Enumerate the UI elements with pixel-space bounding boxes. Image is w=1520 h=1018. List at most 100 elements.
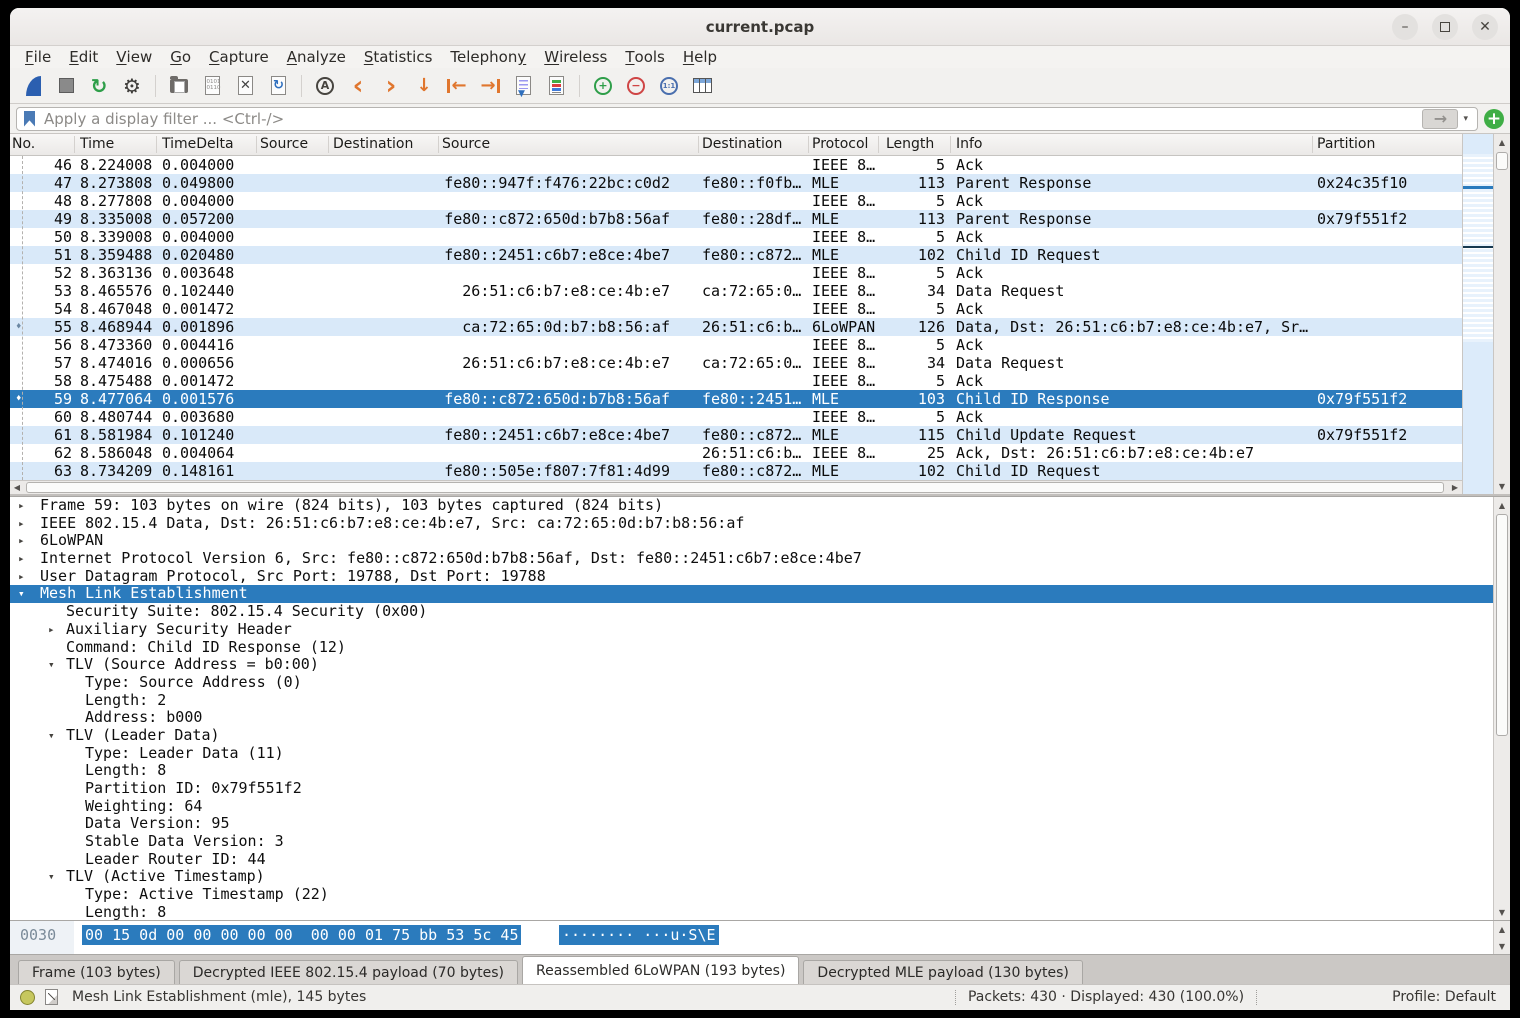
column-header-timedelta[interactable]: TimeDelta xyxy=(162,134,234,155)
restart-capture-icon[interactable]: ↻ xyxy=(86,73,112,99)
next-packet-icon[interactable]: › xyxy=(378,73,404,99)
status-profile[interactable]: Profile: Default xyxy=(1257,989,1500,1005)
packet-row-59[interactable]: ♦598.4770640.001576fe80::c872:650d:b7b8:… xyxy=(10,390,1462,408)
detail-line[interactable]: ▸6LoWPAN xyxy=(10,532,1493,550)
expand-icon[interactable]: ▸ xyxy=(18,532,25,550)
column-separator[interactable] xyxy=(698,136,699,153)
packet-row-53[interactable]: 538.4655760.10244026:51:c6:b7:e8:ce:4b:e… xyxy=(10,282,1462,300)
column-separator[interactable] xyxy=(808,136,809,153)
detail-line[interactable]: Stable Data Version: 3 xyxy=(10,833,1493,851)
packet-row-55[interactable]: ♦558.4689440.001896ca:72:65:0d:b7:b8:56:… xyxy=(10,318,1462,336)
menu-wireless[interactable]: Wireless xyxy=(535,46,616,68)
detail-line[interactable]: Length: 8 xyxy=(10,762,1493,780)
collapse-icon[interactable]: ▾ xyxy=(48,727,55,745)
detail-line[interactable]: Partition ID: 0x79f551f2 xyxy=(10,780,1493,798)
close-button[interactable]: ✕ xyxy=(1472,14,1498,40)
column-header-info[interactable]: Info xyxy=(956,134,983,155)
packet-row-51[interactable]: 518.3594880.020480fe80::2451:c6b7:e8ce:4… xyxy=(10,246,1462,264)
packet-row-54[interactable]: 548.4670480.001472IEEE 8…5Ack xyxy=(10,300,1462,318)
byte-tab-decrypted-mle-payload-130-bytes[interactable]: Decrypted MLE payload (130 bytes) xyxy=(803,960,1082,984)
stop-capture-icon[interactable] xyxy=(53,73,79,99)
zoom-out-icon[interactable]: − xyxy=(623,73,649,99)
detail-line[interactable]: ▾TLV (Leader Data) xyxy=(10,727,1493,745)
column-separator[interactable] xyxy=(438,136,439,153)
detail-line[interactable]: ▾TLV (Source Address = b0:00) xyxy=(10,656,1493,674)
scroll-left-icon[interactable]: ◀ xyxy=(10,481,24,494)
packet-row-47[interactable]: 478.2738080.049800fe80::947f:f476:22bc:c… xyxy=(10,174,1462,192)
apply-filter-button[interactable]: → xyxy=(1422,109,1458,129)
collapse-icon[interactable]: ▾ xyxy=(18,585,25,603)
packet-row-63[interactable]: 638.7342090.148161fe80::505e:f807:7f81:4… xyxy=(10,462,1462,480)
maximize-button[interactable] xyxy=(1432,14,1458,40)
horizontal-scrollbar[interactable]: ◀ ▶ xyxy=(10,480,1462,494)
find-packet-icon[interactable]: A xyxy=(312,73,338,99)
packet-row-57[interactable]: 578.4740160.00065626:51:c6:b7:e8:ce:4b:e… xyxy=(10,354,1462,372)
detail-line[interactable]: ▸Auxiliary Security Header xyxy=(10,621,1493,639)
minimize-button[interactable]: – xyxy=(1392,14,1418,40)
packet-row-49[interactable]: 498.3350080.057200fe80::c872:650d:b7b8:5… xyxy=(10,210,1462,228)
packet-row-48[interactable]: 488.2778080.004000IEEE 8…5Ack xyxy=(10,192,1462,210)
reload-file-icon[interactable]: ↻ xyxy=(265,73,291,99)
column-header-destination[interactable]: Destination xyxy=(702,134,782,155)
first-packet-icon[interactable]: ← xyxy=(444,73,470,99)
expand-icon[interactable]: ▸ xyxy=(48,621,55,639)
hex-bytes-selected[interactable]: 00 15 0d 00 00 00 00 00 00 00 01 75 bb 5… xyxy=(82,925,521,945)
detail-line[interactable]: ▸IEEE 802.15.4 Data, Dst: 26:51:c6:b7:e8… xyxy=(10,515,1493,533)
detail-line[interactable]: Type: Source Address (0) xyxy=(10,674,1493,692)
save-file-icon[interactable]: 01010110 xyxy=(199,73,225,99)
detail-line[interactable]: Weighting: 64 xyxy=(10,798,1493,816)
titlebar[interactable]: current.pcap – ✕ xyxy=(10,8,1510,46)
previous-packet-icon[interactable]: ‹ xyxy=(345,73,371,99)
collapse-icon[interactable]: ▾ xyxy=(48,656,55,674)
scroll-right-icon[interactable]: ▶ xyxy=(1448,481,1462,494)
intelligent-scrollbar-minimap[interactable] xyxy=(1462,134,1493,494)
column-header-no[interactable]: No. xyxy=(12,134,35,155)
byte-tab-reassembled-6lowpan-193-bytes[interactable]: Reassembled 6LoWPAN (193 bytes) xyxy=(522,956,799,984)
detail-line[interactable]: ▾Mesh Link Establishment xyxy=(10,585,1493,603)
detail-line[interactable]: Address: b000 xyxy=(10,709,1493,727)
start-capture-icon[interactable] xyxy=(20,73,46,99)
packet-row-56[interactable]: 568.4733600.004416IEEE 8…5Ack xyxy=(10,336,1462,354)
detail-line[interactable]: Leader Router ID: 44 xyxy=(10,851,1493,869)
zoom-in-icon[interactable]: + xyxy=(590,73,616,99)
hex-dump-pane[interactable]: 0030 00 15 0d 00 00 00 00 00 00 00 01 75… xyxy=(10,921,1493,954)
detail-line[interactable]: ▸Internet Protocol Version 6, Src: fe80:… xyxy=(10,550,1493,568)
column-header-time[interactable]: Time xyxy=(80,134,114,155)
packet-row-58[interactable]: 588.4754880.001472IEEE 8…5Ack xyxy=(10,372,1462,390)
last-packet-icon[interactable]: → xyxy=(477,73,503,99)
resize-columns-icon[interactable] xyxy=(689,73,715,99)
horizontal-scrollbar-thumb[interactable] xyxy=(26,482,1444,493)
packet-row-46[interactable]: 468.2240080.004000IEEE 8…5Ack xyxy=(10,156,1462,174)
menu-statistics[interactable]: Statistics xyxy=(355,46,442,68)
packet-list-header[interactable]: No.TimeTimeDeltaSourceDestinationSourceD… xyxy=(10,134,1462,156)
menu-go[interactable]: Go xyxy=(161,46,200,68)
column-separator[interactable] xyxy=(878,136,879,153)
hex-ascii-selected[interactable]: ········ ···u·S\E xyxy=(559,925,719,945)
detail-line[interactable]: Command: Child ID Response (12) xyxy=(10,639,1493,657)
column-header-partition[interactable]: Partition xyxy=(1317,134,1375,155)
byte-tab-frame-103-bytes[interactable]: Frame (103 bytes) xyxy=(18,960,175,984)
packet-row-50[interactable]: 508.3390080.004000IEEE 8…5Ack xyxy=(10,228,1462,246)
detail-scroll-up-icon[interactable]: ▲ xyxy=(1494,497,1510,513)
hex-scroll-down-icon[interactable]: ▼ xyxy=(1494,938,1510,954)
menu-telephony[interactable]: Telephony xyxy=(441,46,535,68)
packet-row-52[interactable]: 528.3631360.003648IEEE 8…5Ack xyxy=(10,264,1462,282)
detail-scroll-down-icon[interactable]: ▼ xyxy=(1494,904,1510,920)
menu-help[interactable]: Help xyxy=(674,46,726,68)
detail-line[interactable]: Type: Leader Data (11) xyxy=(10,745,1493,763)
column-separator[interactable] xyxy=(74,136,75,153)
auto-scroll-icon[interactable]: ▼ xyxy=(510,73,536,99)
detail-line[interactable]: Length: 2 xyxy=(10,692,1493,710)
capture-options-icon[interactable]: ⚙ xyxy=(119,73,145,99)
detail-line[interactable]: Data Version: 95 xyxy=(10,815,1493,833)
expert-info-icon[interactable] xyxy=(20,990,35,1005)
column-header-length[interactable]: Length xyxy=(886,134,934,155)
packet-row-62[interactable]: 628.5860480.00406426:51:c6:b…IEEE 8…25Ac… xyxy=(10,444,1462,462)
scroll-up-icon[interactable]: ▲ xyxy=(1494,134,1510,150)
column-separator[interactable] xyxy=(950,136,951,153)
hex-scrollbar[interactable]: ▲ ▼ xyxy=(1493,921,1510,954)
close-file-icon[interactable]: ✕ xyxy=(232,73,258,99)
colorize-icon[interactable] xyxy=(543,73,569,99)
column-separator[interactable] xyxy=(256,136,257,153)
expand-icon[interactable]: ▸ xyxy=(18,550,25,568)
